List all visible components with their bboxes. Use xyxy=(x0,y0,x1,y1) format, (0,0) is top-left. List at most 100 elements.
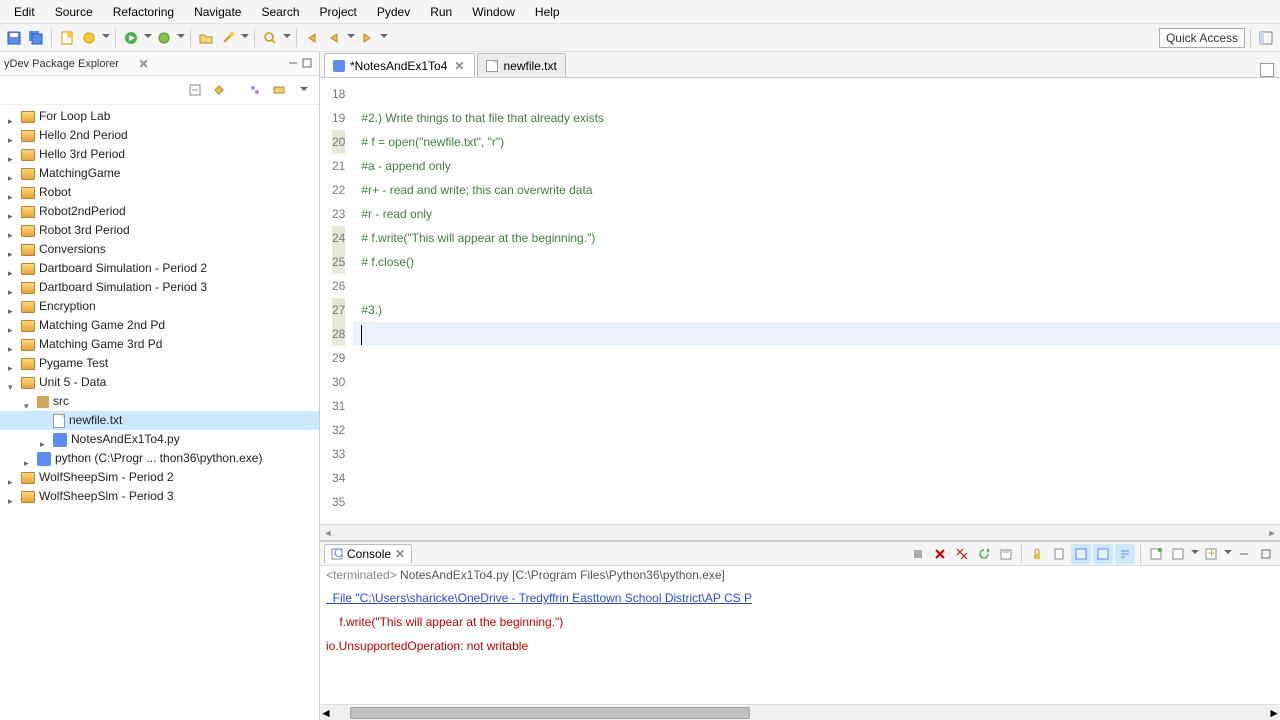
console-hscroll[interactable]: ◄► xyxy=(320,704,1280,720)
console-status: <terminated> NotesAndEx1To4.py [C:\Progr… xyxy=(320,566,1280,584)
working-set-icon[interactable] xyxy=(269,80,289,100)
tree-item[interactable]: Dartboard Simulation - Period 2 xyxy=(0,259,319,278)
tree-label: Robot 3rd Period xyxy=(39,222,130,239)
menu-search[interactable]: Search xyxy=(251,1,309,23)
tab-label: *NotesAndEx1To4 xyxy=(350,59,447,73)
tree-item[interactable]: python (C:\Progr ... thon36\python.exe) xyxy=(0,449,319,468)
collapse-all-icon[interactable] xyxy=(185,80,205,100)
search-icon[interactable] xyxy=(260,28,280,48)
perspective-icon[interactable] xyxy=(1256,28,1276,48)
console-max-icon[interactable] xyxy=(1256,544,1276,564)
tree-item[interactable]: NotesAndEx1To4.py xyxy=(0,430,319,449)
console-panel: C Console ✕ xyxy=(320,540,1280,720)
tree-item[interactable]: Conversions xyxy=(0,240,319,259)
tree-item[interactable]: Robot xyxy=(0,183,319,202)
save-all-icon[interactable] xyxy=(26,28,46,48)
filter-icon[interactable] xyxy=(245,80,265,100)
tree-label: Dartboard Simulation - Period 3 xyxy=(39,279,207,296)
menu-source[interactable]: Source xyxy=(45,1,103,23)
console-line: io.UnsupportedOperation: not writable xyxy=(326,634,1274,658)
tree-label: Hello 3rd Period xyxy=(39,146,125,163)
view-menu-icon[interactable] xyxy=(293,80,313,100)
show-command-icon[interactable] xyxy=(1071,544,1091,564)
remove-launch-icon[interactable] xyxy=(930,544,950,564)
tree-label: Matching Game 2nd Pd xyxy=(39,317,165,334)
close-view-icon[interactable]: ✕ xyxy=(139,57,153,71)
project-tree[interactable]: For Loop LabHello 2nd PeriodHello 3rd Pe… xyxy=(0,105,319,720)
tree-item[interactable]: Pygame Test xyxy=(0,354,319,373)
proj-icon xyxy=(21,301,35,313)
maximize-icon[interactable] xyxy=(301,57,315,71)
tree-item[interactable]: Robot 3rd Period xyxy=(0,221,319,240)
wand-icon[interactable] xyxy=(218,28,238,48)
display-selected-icon[interactable] xyxy=(1168,544,1188,564)
console-min-icon[interactable] xyxy=(1234,544,1254,564)
open-icon[interactable] xyxy=(196,28,216,48)
relaunch-icon[interactable] xyxy=(974,544,994,564)
terminate-icon[interactable] xyxy=(908,544,928,564)
proj-icon xyxy=(21,111,35,123)
new-wizard-icon[interactable] xyxy=(79,28,99,48)
link-editor-icon[interactable] xyxy=(209,80,229,100)
tree-item[interactable]: For Loop Lab xyxy=(0,107,319,126)
tree-item[interactable]: Matching Game 3rd Pd xyxy=(0,335,319,354)
editor-hscroll[interactable]: ◄► xyxy=(320,524,1280,540)
proj-icon xyxy=(21,491,35,503)
console-tab[interactable]: C Console ✕ xyxy=(324,544,412,563)
remove-all-icon[interactable] xyxy=(952,544,972,564)
tree-item[interactable]: src xyxy=(0,392,319,411)
tree-label: Encryption xyxy=(39,298,96,315)
clear-console-icon[interactable] xyxy=(996,544,1016,564)
tree-item[interactable]: newfile.txt xyxy=(0,411,319,430)
new-console-icon[interactable]: + xyxy=(1201,544,1221,564)
tree-item[interactable]: Encryption xyxy=(0,297,319,316)
menu-refactoring[interactable]: Refactoring xyxy=(103,1,184,23)
quick-access-input[interactable]: Quick Access xyxy=(1159,28,1245,48)
tree-item[interactable]: Unit 5 - Data xyxy=(0,373,319,392)
tree-item[interactable]: Matching Game 2nd Pd xyxy=(0,316,319,335)
tree-label: WolfSheepSim - Period 2 xyxy=(39,469,174,486)
code-editor[interactable]: 181920212223242526272829303132333435 #2.… xyxy=(320,78,1280,524)
menu-help[interactable]: Help xyxy=(525,1,570,23)
tree-item[interactable]: MatchingGame xyxy=(0,164,319,183)
menu-run[interactable]: Run xyxy=(420,1,462,23)
pin-console-icon[interactable] xyxy=(1049,544,1069,564)
close-tab-icon[interactable]: ✕ xyxy=(452,59,466,73)
show-output-icon[interactable] xyxy=(1093,544,1113,564)
proj-icon xyxy=(21,472,35,484)
minimize-icon[interactable] xyxy=(287,57,301,71)
tree-item[interactable]: Hello 2nd Period xyxy=(0,126,319,145)
tree-label: Dartboard Simulation - Period 2 xyxy=(39,260,207,277)
menu-pydev[interactable]: Pydev xyxy=(367,1,420,23)
back-icon[interactable] xyxy=(324,28,344,48)
forward-icon[interactable] xyxy=(357,28,377,48)
scroll-lock-icon[interactable] xyxy=(1027,544,1047,564)
open-console-icon[interactable] xyxy=(1146,544,1166,564)
package-explorer: yDev Package Explorer ✕ For Loop LabHell… xyxy=(0,52,320,720)
editor-tab[interactable]: newfile.txt xyxy=(477,53,565,77)
proj-icon xyxy=(21,149,35,161)
close-console-icon[interactable]: ✕ xyxy=(395,547,405,561)
tree-item[interactable]: Robot2ndPeriod xyxy=(0,202,319,221)
run-icon[interactable] xyxy=(121,28,141,48)
prev-edit-icon[interactable] xyxy=(302,28,322,48)
maximize-editor-icon[interactable] xyxy=(1260,63,1274,77)
new-icon[interactable] xyxy=(57,28,77,48)
menu-navigate[interactable]: Navigate xyxy=(184,1,251,23)
tree-item[interactable]: WolfSheepSlm - Period 3 xyxy=(0,487,319,506)
debug-icon[interactable] xyxy=(154,28,174,48)
svg-text:C: C xyxy=(334,548,343,560)
save-icon[interactable] xyxy=(4,28,24,48)
wrap-icon[interactable] xyxy=(1115,544,1135,564)
tree-item[interactable]: Dartboard Simulation - Period 3 xyxy=(0,278,319,297)
console-output[interactable]: File "C:\Users\sharicke\OneDrive - Tredy… xyxy=(320,584,1280,704)
tree-label: Conversions xyxy=(39,241,106,258)
tree-item[interactable]: WolfSheepSim - Period 2 xyxy=(0,468,319,487)
editor-tab[interactable]: *NotesAndEx1To4 ✕ xyxy=(324,53,475,77)
menu-project[interactable]: Project xyxy=(310,1,367,23)
menu-window[interactable]: Window xyxy=(462,1,525,23)
tree-label: MatchingGame xyxy=(39,165,120,182)
tree-label: NotesAndEx1To4.py xyxy=(71,431,180,448)
tree-item[interactable]: Hello 3rd Period xyxy=(0,145,319,164)
menu-edit[interactable]: Edit xyxy=(4,1,45,23)
